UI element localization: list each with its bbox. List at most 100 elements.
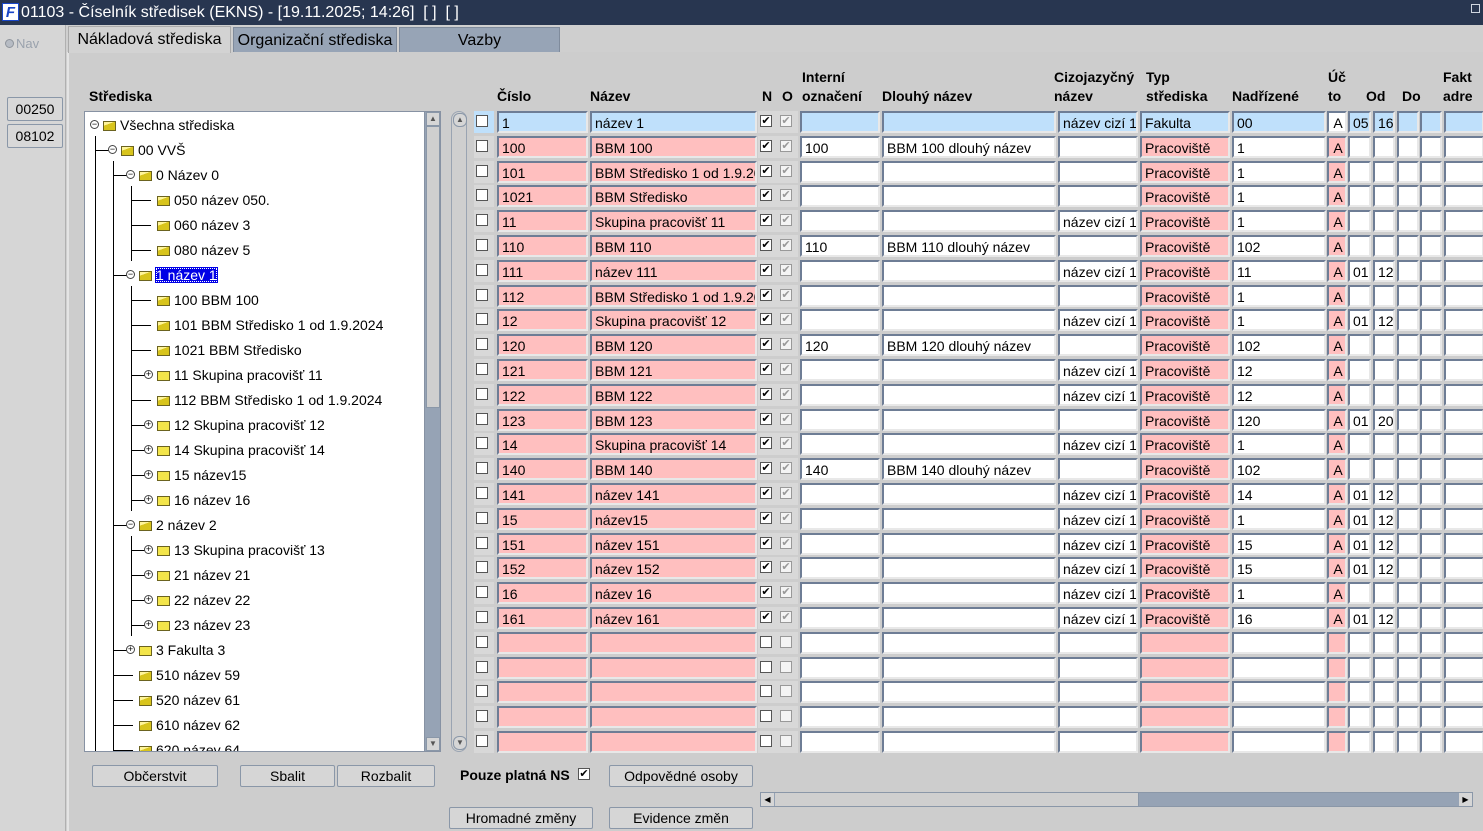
cell-fakt[interactable] [1444, 111, 1483, 133]
tree-scrollbar[interactable]: ▲ ▼ [424, 112, 440, 751]
cell-dlouhy[interactable] [882, 111, 1056, 133]
cell-cizo[interactable]: název cizí 141 [1058, 483, 1138, 505]
cell-nadrizene[interactable]: 102 [1232, 458, 1326, 481]
cell-fakt[interactable] [1444, 334, 1483, 357]
cell-typ[interactable] [1140, 681, 1230, 704]
cell-od2[interactable] [1373, 706, 1395, 729]
cell-nazev[interactable]: BBM 110 [590, 235, 757, 257]
cell-do1[interactable] [1397, 135, 1419, 158]
cell-od2[interactable] [1373, 185, 1395, 208]
cell-typ[interactable]: Pracoviště [1140, 185, 1230, 208]
cell-ucto[interactable]: A [1327, 383, 1347, 406]
cell-cizo[interactable] [1058, 235, 1138, 257]
cell-od2[interactable] [1373, 135, 1395, 158]
cell-od1[interactable] [1348, 284, 1371, 307]
cell-do1[interactable] [1397, 607, 1419, 629]
cell-cislo[interactable]: 12 [497, 309, 588, 332]
cell-fakt[interactable] [1444, 483, 1483, 505]
expand-node-icon[interactable]: + [144, 370, 153, 379]
n-checkbox[interactable]: ✔ [760, 511, 772, 524]
cell-cizo[interactable]: název cizí 15 [1058, 507, 1138, 530]
cell-ucto[interactable]: A [1327, 185, 1347, 208]
cell-cizo[interactable] [1058, 408, 1138, 431]
cell-od1[interactable] [1348, 135, 1371, 158]
cell-fakt[interactable] [1444, 681, 1483, 704]
n-checkbox[interactable]: ✔ [760, 462, 772, 475]
cell-fakt[interactable] [1444, 185, 1483, 208]
cell-fakt[interactable] [1444, 135, 1483, 158]
cell-od2[interactable] [1373, 210, 1395, 233]
cell-typ[interactable]: Pracoviště [1140, 135, 1230, 158]
cell-fakt[interactable] [1444, 160, 1483, 183]
cell-dlouhy[interactable] [882, 259, 1056, 282]
n-checkbox[interactable]: ✔ [760, 115, 772, 127]
cell-dlouhy[interactable]: BBM 120 dlouhý název [882, 334, 1056, 357]
tree-item[interactable]: 21 název 21 [157, 564, 251, 586]
collapse-node-icon[interactable]: − [126, 170, 135, 179]
tree-item[interactable]: 112 BBM Středisko 1 od 1.9.2024 [157, 389, 383, 411]
cell-od2[interactable] [1373, 235, 1395, 257]
row-select-checkbox[interactable] [476, 139, 488, 152]
cell-do1[interactable] [1397, 731, 1419, 753]
cell-cislo[interactable]: 110 [497, 235, 588, 257]
cell-fakt[interactable] [1444, 383, 1483, 406]
tree-item[interactable]: 15 název15 [157, 464, 247, 486]
cell-cislo[interactable]: 120 [497, 334, 588, 357]
cell-od2[interactable]: 12 [1373, 507, 1395, 530]
cell-fakt[interactable] [1444, 309, 1483, 332]
cell-do2[interactable] [1420, 607, 1442, 629]
tree-item[interactable]: 620 název 64 [139, 739, 241, 751]
n-checkbox[interactable] [760, 660, 772, 673]
cell-nazev[interactable]: BBM 121 [590, 359, 757, 381]
cell-dlouhy[interactable] [882, 631, 1056, 654]
cell-do2[interactable] [1420, 507, 1442, 530]
cell-cizo[interactable] [1058, 284, 1138, 307]
cell-interni[interactable] [800, 731, 880, 753]
cell-interni[interactable] [800, 259, 880, 282]
cell-cizo[interactable]: název cizí 12 [1058, 309, 1138, 332]
cell-cizo[interactable]: název cizí 16 [1058, 582, 1138, 605]
cell-typ[interactable]: Pracoviště [1140, 160, 1230, 183]
tree-item[interactable]: 101 BBM Středisko 1 od 1.9.2024 [157, 314, 384, 336]
row-select-checkbox[interactable] [476, 288, 488, 301]
cell-cislo[interactable]: 14 [497, 433, 588, 456]
cell-dlouhy[interactable] [882, 309, 1056, 332]
row-select-checkbox[interactable] [476, 710, 488, 723]
cell-cizo[interactable]: název cizí 14 [1058, 433, 1138, 456]
expand-node-icon[interactable]: + [144, 620, 153, 629]
n-checkbox[interactable] [760, 635, 772, 648]
cell-cizo[interactable]: název cizí 152 [1058, 557, 1138, 580]
tree-item[interactable]: 22 název 22 [157, 589, 251, 611]
cell-cislo[interactable]: 140 [497, 458, 588, 481]
cell-od2[interactable] [1373, 334, 1395, 357]
cell-od2[interactable]: 12 [1373, 557, 1395, 580]
cell-nazev[interactable]: Skupina pracovišť 12 [590, 309, 757, 332]
row-select-checkbox[interactable] [476, 487, 488, 499]
cell-typ[interactable]: Pracoviště [1140, 408, 1230, 431]
cell-interni[interactable]: 110 [800, 235, 880, 257]
cell-cizo[interactable]: název cizí 151 [1058, 532, 1138, 555]
cell-nadrizene[interactable]: 15 [1232, 532, 1326, 555]
row-select-checkbox[interactable] [476, 511, 488, 524]
cell-do2[interactable] [1420, 731, 1442, 753]
cell-interni[interactable] [800, 582, 880, 605]
cell-do1[interactable] [1397, 284, 1419, 307]
cell-od2[interactable]: 12 [1373, 532, 1395, 555]
cell-typ[interactable]: Pracoviště [1140, 433, 1230, 456]
cell-do2[interactable] [1420, 185, 1442, 208]
cell-cislo[interactable]: 100 [497, 135, 588, 158]
cell-do2[interactable] [1420, 681, 1442, 704]
n-checkbox[interactable]: ✔ [760, 164, 772, 177]
cell-ucto[interactable] [1327, 656, 1347, 679]
cell-cislo[interactable]: 15 [497, 507, 588, 530]
n-checkbox[interactable]: ✔ [760, 239, 772, 251]
responsible-persons-button[interactable]: Odpovědné osoby [609, 765, 753, 787]
cell-nadrizene[interactable]: 1 [1232, 582, 1326, 605]
cell-cislo[interactable] [497, 681, 588, 704]
cell-interni[interactable] [800, 383, 880, 406]
cell-do2[interactable] [1420, 359, 1442, 381]
scroll-left-icon[interactable]: ◀ [761, 793, 774, 806]
bulk-changes-button[interactable]: Hromadné změny [449, 807, 593, 829]
cell-nadrizene[interactable]: 1 [1232, 433, 1326, 456]
cell-typ[interactable]: Pracoviště [1140, 582, 1230, 605]
